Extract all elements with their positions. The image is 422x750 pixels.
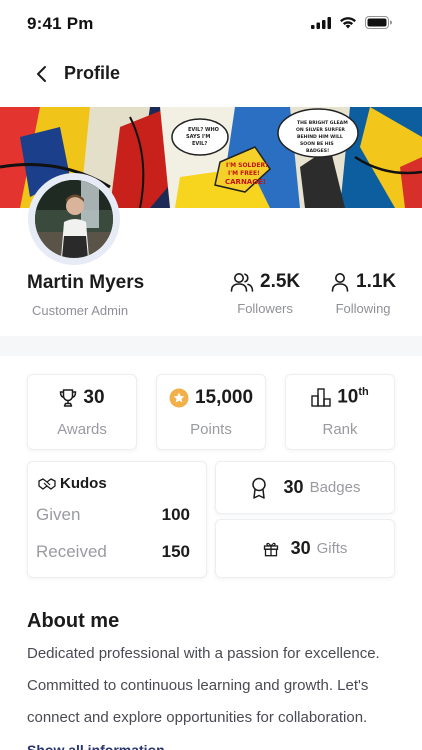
back-arrow-icon [37, 66, 46, 82]
followers-stat[interactable]: 2.5K Followers [230, 271, 300, 316]
top-bar: Profile [0, 50, 422, 98]
signal-icon [311, 16, 331, 29]
trophy-icon [60, 388, 77, 407]
about-title: About me [27, 610, 120, 632]
svg-text:EVIL?: EVIL? [192, 141, 207, 147]
kudos-given-label: Given [36, 505, 81, 524]
svg-text:SOON BE HIS: SOON BE HIS [300, 141, 334, 147]
show-all-information-link[interactable]: Show all information [27, 742, 165, 750]
awards-tile[interactable]: 30 Awards [27, 374, 137, 450]
about-text: Dedicated professional with a passion fo… [27, 645, 380, 726]
followers-label: Followers [237, 301, 293, 316]
badges-value: 30 [283, 477, 304, 497]
following-stat[interactable]: 1.1K Following [330, 271, 396, 316]
badges-label: Badges [309, 479, 361, 496]
points-label: Points [190, 420, 232, 438]
status-icons [311, 16, 392, 29]
followers-icon [230, 273, 254, 292]
svg-text:BEHIND HIM WILL: BEHIND HIM WILL [297, 134, 343, 140]
gift-icon [263, 542, 278, 556]
rank-tile[interactable]: 10th Rank [285, 374, 395, 450]
gifts-value: 30 [290, 538, 311, 558]
svg-text:SAYS I'M: SAYS I'M [186, 134, 210, 140]
kudos-received-label: Received [36, 542, 107, 561]
status-time: 9:41 Pm [27, 14, 94, 33]
svg-text:BADGES!: BADGES! [306, 148, 329, 154]
badges-card[interactable]: 30 Badges [215, 461, 395, 514]
svg-text:I'M SOLDER!: I'M SOLDER! [226, 162, 268, 169]
page-title: Profile [64, 63, 121, 83]
battery-icon [365, 16, 392, 29]
following-label: Following [335, 301, 391, 316]
kudos-given-value: 100 [161, 505, 190, 524]
user-role: Customer Admin [32, 303, 129, 318]
avatar[interactable] [35, 180, 113, 258]
kudos-given-row: Given 100 [36, 505, 190, 525]
kudos-received-value: 150 [161, 542, 190, 561]
coin-star-icon [169, 388, 189, 407]
kudos-handshake-icon [38, 477, 56, 490]
awards-label: Awards [57, 420, 107, 438]
followers-value: 2.5K [260, 271, 301, 292]
kudos-header: Kudos [38, 475, 107, 492]
svg-text:THE BRIGHT GLEAM: THE BRIGHT GLEAM [297, 120, 348, 126]
svg-text:ON SILVER SURFER: ON SILVER SURFER [296, 127, 345, 133]
svg-text:CARNAGE!: CARNAGE! [225, 178, 266, 186]
badge-ribbon-icon [251, 477, 266, 499]
kudos-title: Kudos [60, 475, 107, 492]
following-value: 1.1K [356, 271, 397, 292]
section-divider [0, 336, 422, 356]
svg-text:EVIL? WHO: EVIL? WHO [188, 127, 219, 133]
kudos-card[interactable]: Kudos Given 100 Received 150 [27, 461, 207, 578]
gifts-card[interactable]: 30 Gifts [215, 519, 395, 578]
avatar-photo [35, 180, 113, 258]
rank-suffix: th [358, 386, 369, 399]
following-icon [331, 273, 349, 292]
user-name: Martin Myers [27, 272, 145, 293]
rank-icon [311, 388, 331, 408]
status-bar: 9:41 Pm [0, 0, 422, 50]
wifi-icon [340, 17, 356, 29]
points-tile[interactable]: 15,000 Points [156, 374, 266, 450]
points-value: 15,000 [194, 386, 254, 408]
gifts-label: Gifts [316, 540, 348, 557]
svg-text:I'M FREE!: I'M FREE! [228, 170, 260, 177]
awards-value: 30 [83, 386, 105, 408]
kudos-received-row: Received 150 [36, 542, 190, 562]
rank-label: Rank [322, 420, 358, 438]
rank-value: 10th [337, 386, 369, 408]
back-button[interactable] [30, 62, 54, 86]
